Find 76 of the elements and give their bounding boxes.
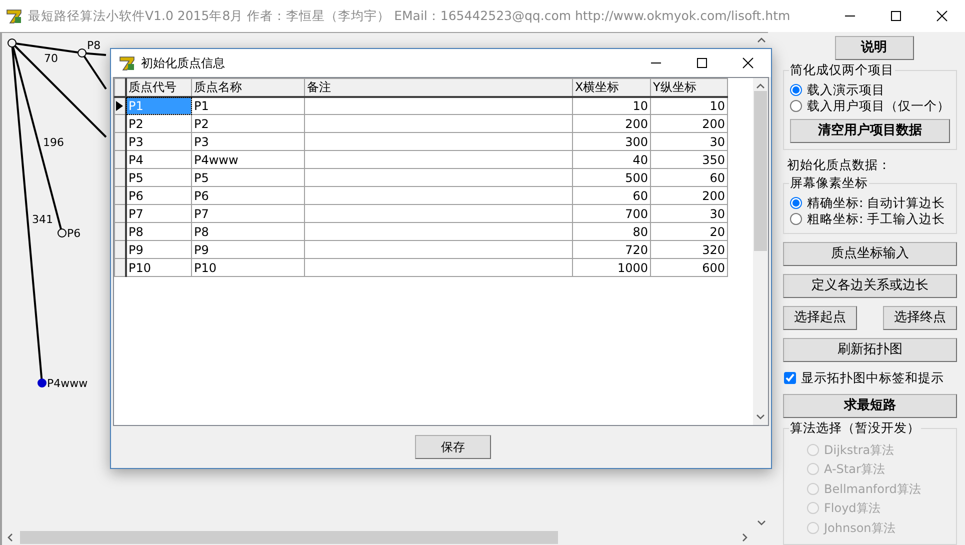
table-cell: P1 — [126, 96, 192, 114]
table-cell: 40 — [572, 150, 650, 168]
edge-length-label: 341 — [32, 213, 53, 226]
node-label: P4www — [47, 377, 88, 390]
table-cell: 350 — [650, 150, 728, 168]
button[interactable]: 质点坐标输入 — [783, 242, 957, 266]
table-cell: 320 — [650, 240, 728, 258]
column-header[interactable]: 质点代号 — [126, 78, 192, 96]
table-cell: P4www — [192, 150, 304, 168]
button[interactable]: 选择终点 — [883, 306, 957, 330]
edge-length-label: 70 — [44, 52, 58, 65]
table-cell: P3 — [192, 132, 304, 150]
group-title: 简化成仅两个项目 — [789, 62, 895, 78]
node-label: P6 — [67, 227, 81, 240]
table-cell: P7 — [126, 204, 192, 222]
table-cell: 600 — [650, 258, 728, 276]
button[interactable]: 刷新拓扑图 — [783, 338, 957, 362]
table-cell: 80 — [572, 222, 650, 240]
table-cell: P7 — [192, 204, 304, 222]
table-cell: P10 — [126, 258, 192, 276]
group-title: 屏幕像素坐标 — [789, 175, 869, 191]
radio-label: 载入用户项目（仅一个） — [807, 96, 950, 115]
column-header[interactable]: Y纵坐标 — [650, 78, 728, 96]
table-cell: 30 — [650, 132, 728, 150]
table-cell: 700 — [572, 204, 650, 222]
table-cell: P3 — [126, 132, 192, 150]
node-label: P8 — [87, 39, 101, 52]
save-button[interactable]: 保存 — [415, 435, 491, 459]
table-cell: 30 — [650, 204, 728, 222]
table-cell: P5 — [192, 168, 304, 186]
table-cell: 60 — [572, 186, 650, 204]
column-header[interactable]: 质点名称 — [192, 78, 304, 96]
table-cell: P10 — [192, 258, 304, 276]
radio-label: 精确坐标: 自动计算边长 — [807, 194, 946, 212]
table-cell: P6 — [126, 186, 192, 204]
column-header[interactable]: X横坐标 — [572, 78, 650, 96]
table-cell: P4 — [126, 150, 192, 168]
table-cell: 300 — [572, 132, 650, 150]
table-cell: 20 — [650, 222, 728, 240]
table-cell: 720 — [572, 240, 650, 258]
group-title: 算法选择（暂没开发） — [789, 420, 921, 436]
checkbox-label: 显示拓扑图中标签和提示 — [801, 368, 944, 387]
table-cell: P9 — [192, 240, 304, 258]
radio-label: Dijkstra算法 — [824, 442, 894, 459]
table-cell: 1000 — [572, 258, 650, 276]
table-cell: 10 — [572, 96, 650, 114]
table-cell: P8 — [192, 222, 304, 240]
table-cell: P6 — [192, 186, 304, 204]
section-label: 初始化质点数据： — [787, 157, 892, 173]
table-cell: P2 — [192, 114, 304, 132]
radio-label: 载入演示项目 — [807, 80, 885, 99]
radio-label: Johnson算法 — [824, 520, 896, 537]
button[interactable]: 选择起点 — [783, 306, 857, 330]
button[interactable]: 定义各边关系或边长 — [783, 274, 957, 298]
column-header[interactable]: 备注 — [304, 78, 572, 96]
table-cell: 200 — [572, 114, 650, 132]
table-cell: 500 — [572, 168, 650, 186]
table-cell: P8 — [126, 222, 192, 240]
table-cell: P5 — [126, 168, 192, 186]
table-cell: 10 — [650, 96, 728, 114]
table-cell: 200 — [650, 114, 728, 132]
radio-label: Floyd算法 — [824, 500, 880, 518]
table-cell: 200 — [650, 186, 728, 204]
edge-length-label: 196 — [43, 136, 64, 149]
radio-label: 粗略坐标: 手工输入边长 — [807, 210, 946, 228]
table-cell: P2 — [126, 114, 192, 132]
button[interactable]: 清空用户项目数据 — [790, 119, 950, 143]
radio-label: Bellmanford算法 — [824, 480, 921, 498]
table-cell: P1 — [192, 96, 304, 114]
radio-label: A-Star算法 — [824, 461, 885, 478]
table-cell: 60 — [650, 168, 728, 186]
dialog-title: 初始化质点信息 — [141, 55, 225, 72]
table-cell: P9 — [126, 240, 192, 258]
window-title: 最短路径算法小软件V1.0 2015年8月 作者：李恒星（李均宇） EMail：165442523@qq.com http://www.okmyok.com/lisoft.htm — [28, 6, 790, 25]
button[interactable]: 求最短路 — [783, 394, 957, 418]
button[interactable]: 说明 — [834, 36, 914, 60]
